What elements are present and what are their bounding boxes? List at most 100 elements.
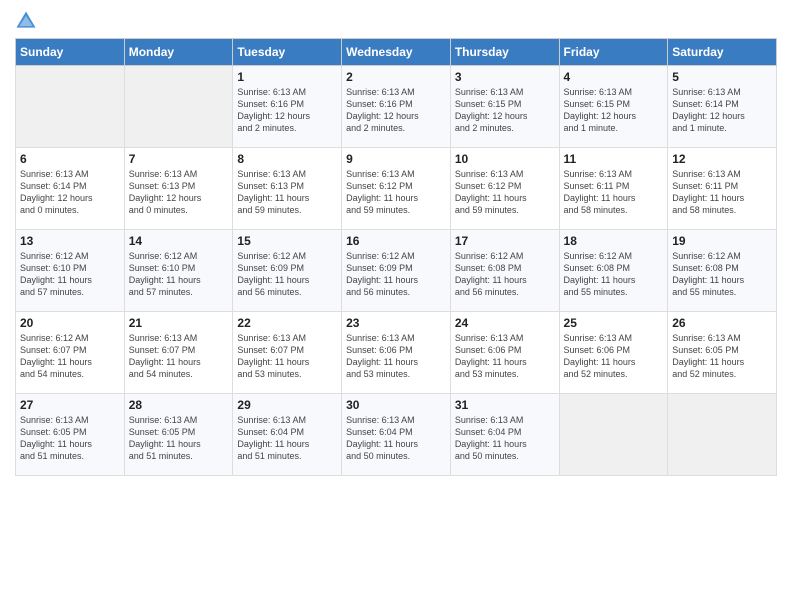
calendar-cell: 11 Sunrise: 6:13 AM Sunset: 6:11 PM Dayli… [559,148,668,230]
day-number: 7 [129,152,229,166]
day-number: 31 [455,398,555,412]
day-detail: Sunrise: 6:13 AM Sunset: 6:07 PM Dayligh… [237,332,337,381]
day-number: 11 [564,152,664,166]
day-number: 15 [237,234,337,248]
day-detail: Sunrise: 6:13 AM Sunset: 6:05 PM Dayligh… [20,414,120,463]
calendar-cell: 9Sunrise: 6:13 AM Sunset: 6:12 PM Daylig… [342,148,451,230]
day-header-monday: Monday [124,39,233,66]
day-number: 1 [237,70,337,84]
day-detail: Sunrise: 6:13 AM Sunset: 6:11 PM Dayligh… [672,168,772,217]
day-detail: Sunrise: 6:13 AM Sunset: 6:04 PM Dayligh… [346,414,446,463]
day-number: 20 [20,316,120,330]
day-header-sunday: Sunday [16,39,125,66]
day-detail: Sunrise: 6:12 AM Sunset: 6:08 PM Dayligh… [564,250,664,299]
day-number: 5 [672,70,772,84]
day-number: 10 [455,152,555,166]
calendar-cell: 6Sunrise: 6:13 AM Sunset: 6:14 PM Daylig… [16,148,125,230]
logo-icon [15,10,37,32]
calendar-cell: 26 Sunrise: 6:13 AM Sunset: 6:05 PM Dayli… [668,312,777,394]
calendar-cell [668,394,777,476]
day-number: 2 [346,70,446,84]
calendar-cell: 12 Sunrise: 6:13 AM Sunset: 6:11 PM Dayli… [668,148,777,230]
calendar-cell: 27 Sunrise: 6:13 AM Sunset: 6:05 PM Dayli… [16,394,125,476]
calendar-cell: 24 Sunrise: 6:13 AM Sunset: 6:06 PM Dayli… [450,312,559,394]
day-number: 22 [237,316,337,330]
calendar-cell: 15 Sunrise: 6:12 AM Sunset: 6:09 PM Dayli… [233,230,342,312]
day-number: 27 [20,398,120,412]
day-detail: Sunrise: 6:13 AM Sunset: 6:04 PM Dayligh… [455,414,555,463]
calendar-week-row: 6Sunrise: 6:13 AM Sunset: 6:14 PM Daylig… [16,148,777,230]
day-number: 21 [129,316,229,330]
calendar-body: 1 Sunrise: 6:13 AM Sunset: 6:16 PM Daylig… [16,66,777,476]
day-number: 3 [455,70,555,84]
day-detail: Sunrise: 6:13 AM Sunset: 6:06 PM Dayligh… [346,332,446,381]
calendar-cell: 31 Sunrise: 6:13 AM Sunset: 6:04 PM Dayli… [450,394,559,476]
page-header [15,10,777,32]
calendar-cell: 2 Sunrise: 6:13 AM Sunset: 6:16 PM Daylig… [342,66,451,148]
calendar-cell: 14Sunrise: 6:12 AM Sunset: 6:10 PM Dayli… [124,230,233,312]
calendar-cell: 23 Sunrise: 6:13 AM Sunset: 6:06 PM Dayli… [342,312,451,394]
calendar-header-row: SundayMondayTuesdayWednesdayThursdayFrid… [16,39,777,66]
day-detail: Sunrise: 6:13 AM Sunset: 6:07 PM Dayligh… [129,332,229,381]
day-detail: Sunrise: 6:13 AM Sunset: 6:12 PM Dayligh… [455,168,555,217]
calendar-cell: 5 Sunrise: 6:13 AM Sunset: 6:14 PM Daylig… [668,66,777,148]
calendar-cell: 21 Sunrise: 6:13 AM Sunset: 6:07 PM Dayli… [124,312,233,394]
day-number: 12 [672,152,772,166]
day-number: 14 [129,234,229,248]
day-detail: Sunrise: 6:13 AM Sunset: 6:06 PM Dayligh… [455,332,555,381]
calendar-cell: 28 Sunrise: 6:13 AM Sunset: 6:05 PM Dayli… [124,394,233,476]
day-detail: Sunrise: 6:13 AM Sunset: 6:12 PM Dayligh… [346,168,446,217]
day-detail: Sunrise: 6:13 AM Sunset: 6:16 PM Dayligh… [237,86,337,135]
calendar-cell: 18 Sunrise: 6:12 AM Sunset: 6:08 PM Dayli… [559,230,668,312]
day-number: 23 [346,316,446,330]
day-detail: Sunrise: 6:13 AM Sunset: 6:14 PM Dayligh… [672,86,772,135]
day-detail: Sunrise: 6:12 AM Sunset: 6:09 PM Dayligh… [237,250,337,299]
calendar-week-row: 1 Sunrise: 6:13 AM Sunset: 6:16 PM Daylig… [16,66,777,148]
calendar-cell: 4 Sunrise: 6:13 AM Sunset: 6:15 PM Daylig… [559,66,668,148]
calendar-cell: 16Sunrise: 6:12 AM Sunset: 6:09 PM Dayli… [342,230,451,312]
calendar-cell: 10 Sunrise: 6:13 AM Sunset: 6:12 PM Dayli… [450,148,559,230]
day-number: 28 [129,398,229,412]
day-number: 26 [672,316,772,330]
calendar-cell: 25Sunrise: 6:13 AM Sunset: 6:06 PM Dayli… [559,312,668,394]
day-number: 18 [564,234,664,248]
day-detail: Sunrise: 6:13 AM Sunset: 6:16 PM Dayligh… [346,86,446,135]
day-number: 8 [237,152,337,166]
day-number: 6 [20,152,120,166]
calendar-cell: 19 Sunrise: 6:12 AM Sunset: 6:08 PM Dayli… [668,230,777,312]
calendar-week-row: 20Sunrise: 6:12 AM Sunset: 6:07 PM Dayli… [16,312,777,394]
calendar-cell: 1 Sunrise: 6:13 AM Sunset: 6:16 PM Daylig… [233,66,342,148]
day-detail: Sunrise: 6:12 AM Sunset: 6:09 PM Dayligh… [346,250,446,299]
day-detail: Sunrise: 6:12 AM Sunset: 6:08 PM Dayligh… [455,250,555,299]
day-detail: Sunrise: 6:12 AM Sunset: 6:10 PM Dayligh… [20,250,120,299]
day-header-friday: Friday [559,39,668,66]
day-number: 4 [564,70,664,84]
day-header-tuesday: Tuesday [233,39,342,66]
day-number: 17 [455,234,555,248]
calendar-week-row: 27 Sunrise: 6:13 AM Sunset: 6:05 PM Dayli… [16,394,777,476]
day-detail: Sunrise: 6:12 AM Sunset: 6:08 PM Dayligh… [672,250,772,299]
calendar-cell: 22 Sunrise: 6:13 AM Sunset: 6:07 PM Dayli… [233,312,342,394]
day-header-wednesday: Wednesday [342,39,451,66]
day-number: 24 [455,316,555,330]
day-detail: Sunrise: 6:13 AM Sunset: 6:05 PM Dayligh… [129,414,229,463]
calendar-cell: 8 Sunrise: 6:13 AM Sunset: 6:13 PM Daylig… [233,148,342,230]
day-detail: Sunrise: 6:13 AM Sunset: 6:15 PM Dayligh… [455,86,555,135]
calendar-cell [559,394,668,476]
calendar-table: SundayMondayTuesdayWednesdayThursdayFrid… [15,38,777,476]
calendar-cell: 7Sunrise: 6:13 AM Sunset: 6:13 PM Daylig… [124,148,233,230]
calendar-cell: 29Sunrise: 6:13 AM Sunset: 6:04 PM Dayli… [233,394,342,476]
calendar-cell: 3 Sunrise: 6:13 AM Sunset: 6:15 PM Daylig… [450,66,559,148]
day-detail: Sunrise: 6:13 AM Sunset: 6:05 PM Dayligh… [672,332,772,381]
day-detail: Sunrise: 6:13 AM Sunset: 6:13 PM Dayligh… [237,168,337,217]
calendar-cell [16,66,125,148]
day-number: 13 [20,234,120,248]
day-detail: Sunrise: 6:13 AM Sunset: 6:11 PM Dayligh… [564,168,664,217]
page-container: SundayMondayTuesdayWednesdayThursdayFrid… [0,0,792,481]
day-detail: Sunrise: 6:13 AM Sunset: 6:15 PM Dayligh… [564,86,664,135]
calendar-week-row: 13 Sunrise: 6:12 AM Sunset: 6:10 PM Dayli… [16,230,777,312]
logo [15,10,41,32]
calendar-cell [124,66,233,148]
day-number: 19 [672,234,772,248]
day-detail: Sunrise: 6:13 AM Sunset: 6:06 PM Dayligh… [564,332,664,381]
